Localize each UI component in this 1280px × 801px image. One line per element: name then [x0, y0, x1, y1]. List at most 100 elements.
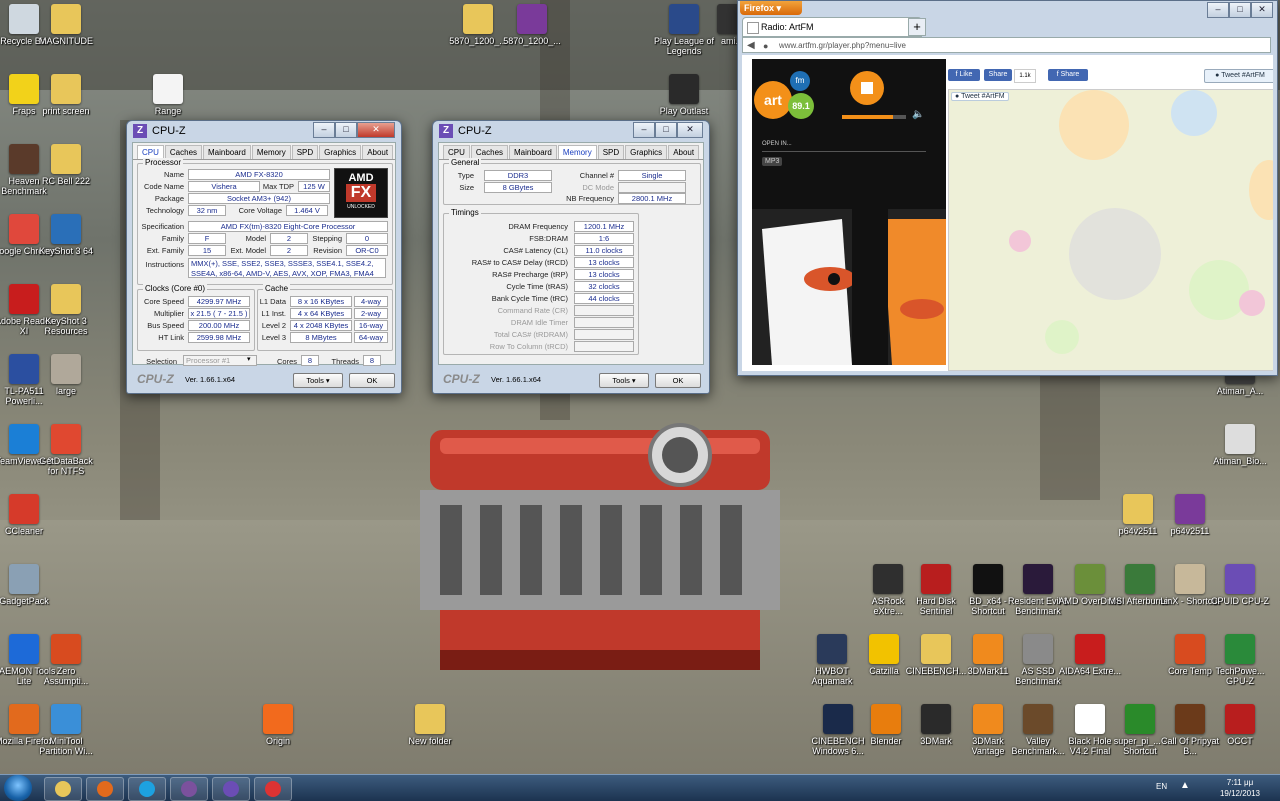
fx-logo-text: FX [346, 184, 376, 202]
firefox-menu-button[interactable]: Firefox ▾ [740, 1, 802, 15]
desktop-icon[interactable]: 5870_1200_... [500, 4, 564, 46]
firefox-window: Firefox ▾ – □ ✕ Radio: ArtFM ✕ + ◀ ● www… [737, 0, 1278, 376]
mute-icon[interactable]: 🔈 [912, 109, 924, 120]
desktop-icon[interactable]: New folder [398, 704, 462, 746]
desktop-icon-label: GadgetPack [0, 596, 49, 606]
desktop-icon[interactable]: AIDA64 Extre... [1058, 634, 1122, 676]
desktop-icon[interactable]: KeyShot 3 Resources [34, 284, 98, 336]
close-button[interactable]: ✕ [677, 122, 703, 138]
chevron-down-icon: ▾ [247, 356, 251, 363]
tab-memory[interactable]: Memory [251, 145, 291, 159]
type-label: Type [457, 171, 474, 180]
close-button[interactable]: ✕ [1251, 2, 1273, 18]
tab-cpu[interactable]: CPU [443, 145, 470, 159]
clocks-group-title: Clocks (Core #0) [143, 284, 208, 293]
folder-icon [51, 144, 81, 174]
tweet-small-button[interactable]: ● Tweet #ArtFM [951, 92, 1009, 101]
desktop-icon[interactable]: Zero Assumpti... [34, 634, 98, 686]
facebook-like-button[interactable]: f Like [948, 69, 980, 81]
threads-label: Threads [331, 357, 359, 366]
extfamily-value: 15 [188, 245, 226, 256]
desktop-icon[interactable]: Atiman_Bio... [1208, 424, 1272, 466]
desktop-icon[interactable]: large [34, 354, 98, 396]
tab-caches[interactable]: Caches [164, 145, 203, 159]
new-tab-button[interactable]: + [908, 18, 926, 36]
volume-slider[interactable] [842, 115, 906, 119]
taskbar-firefox-button[interactable] [86, 777, 124, 801]
desktop-icon[interactable]: RC Bell 222 [34, 144, 98, 186]
desktop-icon[interactable]: CCleaner [0, 494, 56, 536]
folder-icon [463, 4, 493, 34]
desktop-icon[interactable]: print screen [34, 74, 98, 116]
desktop-icon[interactable]: KeyShot 3 64 [34, 214, 98, 256]
ok-button[interactable]: OK [349, 373, 395, 388]
tab-spd[interactable]: SPD [597, 145, 625, 159]
coretemp-icon [1175, 634, 1205, 664]
desktop-icon[interactable]: Play Outlast [652, 74, 716, 116]
cores-value: 8 [301, 355, 319, 366]
superpi-icon [1125, 704, 1155, 734]
maximize-button[interactable]: □ [1229, 2, 1251, 18]
tweet-button[interactable]: ● Tweet #ArtFM [1204, 69, 1273, 83]
tab-caches[interactable]: Caches [470, 145, 509, 159]
taskbar-viber-button[interactable] [170, 777, 208, 801]
mp3-button[interactable]: MP3 [762, 157, 783, 166]
ok-button[interactable]: OK [655, 373, 701, 388]
l3-label: Level 3 [261, 333, 286, 342]
taskbar-skype-button[interactable] [128, 777, 166, 801]
start-button[interactable] [4, 775, 32, 801]
minimize-button[interactable]: – [633, 122, 655, 138]
desktop-icon[interactable]: OCCT [1208, 704, 1272, 746]
cpuz-cpu-body: CPU Caches Mainboard Memory SPD Graphics About… [132, 142, 396, 366]
timing-value: 11.0 clocks [574, 245, 634, 256]
taskbar-snipping-button[interactable] [254, 777, 292, 801]
facebook-share-button-2[interactable]: f Share [1048, 69, 1088, 81]
desktop-icon-label: KeyShot 3 Resources [44, 316, 88, 336]
close-button[interactable]: ✕ [357, 122, 395, 138]
desktop-icon[interactable]: CPUID CPU-Z [1208, 564, 1272, 606]
tab-about[interactable]: About [362, 145, 394, 159]
cpuz-memory-body: CPU Caches Mainboard Memory SPD Graphics About… [438, 142, 704, 365]
desktop-icon[interactable]: GadgetPack [0, 564, 56, 606]
tab-memory[interactable]: Memory [557, 145, 597, 159]
taskbar-cpuz-button[interactable] [212, 777, 250, 801]
desktop-icon[interactable]: Range [136, 74, 200, 116]
tab-graphics[interactable]: Graphics [319, 145, 362, 159]
desktop-icon[interactable]: Origin [246, 704, 310, 746]
tools-button[interactable]: Tools ▾ [293, 373, 343, 388]
timings-group: Timings DRAM Frequency 1200.1 MHz FSB:DRAM… [443, 208, 639, 355]
desktop-icon[interactable]: GetDataBack for NTFS [34, 424, 98, 476]
stop-button[interactable] [850, 71, 884, 105]
cpuz-version: Ver. 1.66.1.x64 [185, 375, 236, 384]
aida-icon [1075, 634, 1105, 664]
minimize-button[interactable]: – [1207, 2, 1229, 18]
desktop-icon[interactable]: TechPowe... GPU-Z [1208, 634, 1272, 686]
maximize-button[interactable]: □ [655, 122, 677, 138]
desktop-icon[interactable]: p64v2511 [1158, 494, 1222, 536]
tab-mainboard[interactable]: Mainboard [203, 145, 251, 159]
taskbar-explorer-button[interactable] [44, 777, 82, 801]
tools-button[interactable]: Tools ▾ [599, 373, 649, 388]
back-icon[interactable]: ◀ [747, 38, 755, 54]
maximize-button[interactable]: □ [335, 122, 357, 138]
tab-cpu[interactable]: CPU [137, 145, 164, 159]
tab-spd[interactable]: SPD [291, 145, 319, 159]
clock[interactable]: 7:11 μμ 19/12/2013 [1210, 777, 1270, 799]
blackhole-icon [1075, 704, 1105, 734]
minimize-button[interactable]: – [313, 122, 335, 138]
folder-icon [55, 781, 71, 797]
tab-radio-artfm[interactable]: Radio: ArtFM ✕ [742, 17, 922, 37]
network-icon[interactable]: ▲ [1180, 780, 1190, 791]
tab-mainboard[interactable]: Mainboard [509, 145, 557, 159]
technology-label: Technology [146, 206, 184, 215]
l1data-way: 4-way [354, 296, 388, 307]
tab-about[interactable]: About [668, 145, 700, 159]
desktop-icon-label: print screen [42, 106, 90, 116]
language-indicator[interactable]: EN [1156, 782, 1167, 791]
facebook-share-button[interactable]: Share [984, 69, 1012, 81]
desktop-icon[interactable]: MiniTool Partition Wi... [34, 704, 98, 756]
url-bar[interactable]: ◀ ● www.artfm.gr/player.php?menu=live [742, 37, 1271, 53]
processor-select[interactable]: Processor #1 [183, 355, 257, 366]
tab-graphics[interactable]: Graphics [625, 145, 668, 159]
desktop-icon[interactable]: MAGNITUDE [34, 4, 98, 46]
